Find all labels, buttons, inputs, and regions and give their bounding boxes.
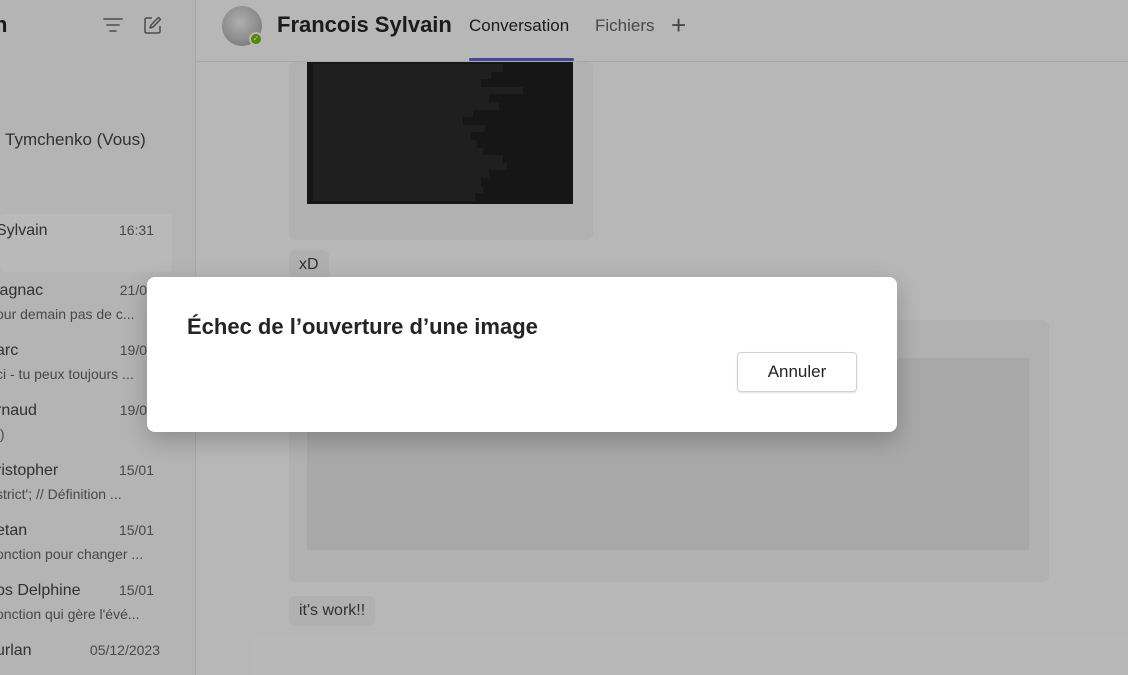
cancel-button[interactable]: Annuler [737,352,857,392]
error-dialog: Échec de l’ouverture d’une image Annuler [147,277,897,432]
dialog-title: Échec de l’ouverture d’une image [187,314,538,339]
